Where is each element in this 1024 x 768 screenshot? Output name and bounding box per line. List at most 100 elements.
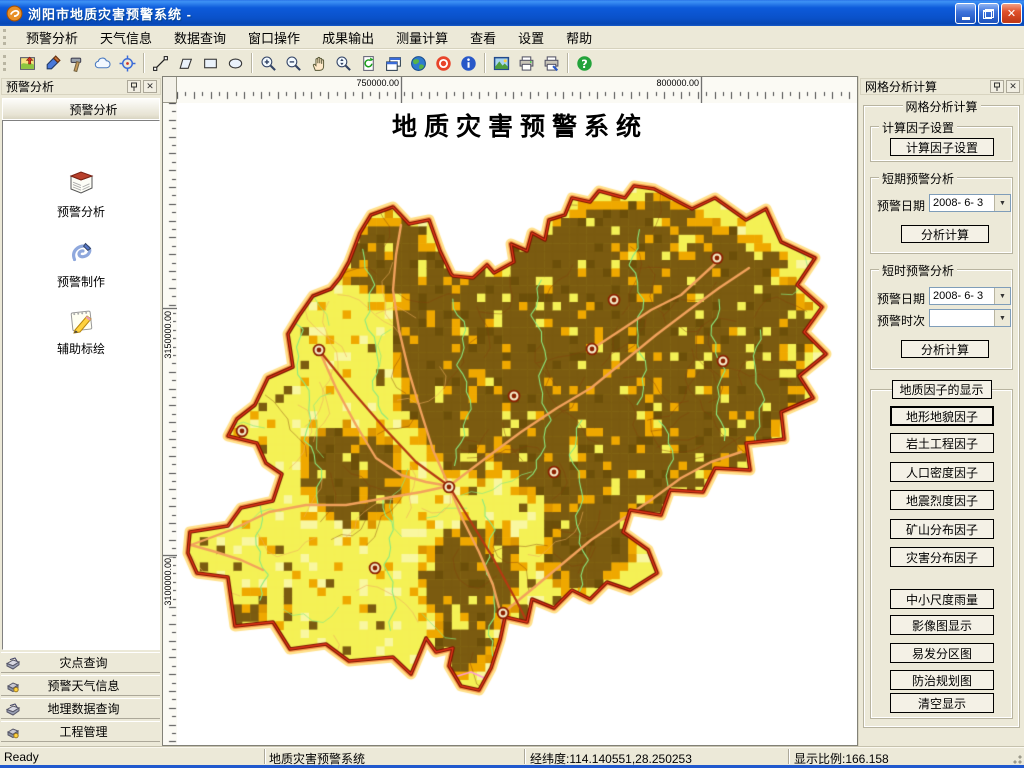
factor-button-1[interactable]: 岩土工程因子 [890, 433, 994, 453]
map-display-button[interactable] [15, 51, 40, 76]
line-draw-button[interactable] [148, 51, 173, 76]
extra-button-0[interactable]: 中小尺度雨量 [890, 589, 994, 609]
status-separator [264, 749, 266, 764]
left-panel-header-label: 预警分析 [28, 101, 159, 118]
menu-grip[interactable] [3, 29, 11, 45]
status-bar: Ready地质灾害预警系统经纬度:114.140551,28.250253显示比… [0, 746, 1024, 766]
grid-analysis-group-label: 网格分析计算 [902, 98, 980, 115]
rect-draw-icon [202, 55, 219, 72]
date-label: 预警日期 [877, 290, 925, 307]
rect-draw-button[interactable] [198, 51, 223, 76]
bottom-bar-label: 工程管理 [25, 723, 160, 740]
pan-hand-button[interactable] [306, 51, 331, 76]
menu-item-0[interactable]: 预警分析 [15, 26, 89, 49]
time-label: 预警时次 [877, 312, 925, 329]
content-area: 预警分析 ✕ 预警分析 预警分析预警制作辅助标绘 灾点查询预警天气信息地理数据查… [0, 76, 1024, 746]
factor-button-3[interactable]: 地震烈度因子 [890, 490, 994, 510]
pin-icon[interactable] [127, 80, 141, 93]
print-setup-button[interactable] [539, 51, 564, 76]
center-target-button[interactable] [115, 51, 140, 76]
close-icon: ✕ [1007, 7, 1016, 20]
chevron-down-icon[interactable]: ▼ [994, 310, 1010, 326]
print-button[interactable] [514, 51, 539, 76]
warning-date-combobox[interactable]: 2008- 6- 3 ▼ [929, 194, 1011, 212]
sidebar-item-0[interactable]: 预警分析 [3, 167, 159, 220]
globe-button[interactable] [406, 51, 431, 76]
sidebar-item-2[interactable]: 辅助标绘 [3, 304, 159, 357]
info-button[interactable] [456, 51, 481, 76]
bottom-bar-label: 地理数据查询 [25, 700, 160, 717]
print-icon [518, 55, 535, 72]
toolbar-grip[interactable] [3, 55, 11, 71]
factor-button-5[interactable]: 灾害分布因子 [890, 547, 994, 567]
chevron-down-icon[interactable]: ▼ [994, 288, 1010, 304]
bottom-bar-3[interactable]: 工程管理 [1, 721, 160, 742]
brush-button[interactable] [40, 51, 65, 76]
zoom-in-button[interactable] [256, 51, 281, 76]
menu-item-4[interactable]: 成果输出 [311, 26, 385, 49]
menu-item-8[interactable]: 帮助 [555, 26, 603, 49]
cascade-windows-button[interactable] [381, 51, 406, 76]
polygon-draw-button[interactable] [173, 51, 198, 76]
restore-icon [983, 9, 994, 19]
short-time-date-combobox[interactable]: 2008- 6- 3 ▼ [929, 287, 1011, 305]
sidebar-item-1[interactable]: 预警制作 [3, 237, 159, 290]
resize-grip[interactable] [1010, 752, 1023, 765]
factor-button-2[interactable]: 人口密度因子 [890, 462, 994, 482]
extra-button-2[interactable]: 易发分区图 [890, 643, 994, 663]
pin-icon[interactable] [990, 80, 1004, 93]
short-term-group: 短期预警分析 预警日期 2008- 6- 3 ▼ 分析计算 [870, 177, 1013, 254]
map-canvas[interactable] [177, 103, 857, 745]
svg-text:?: ? [581, 57, 587, 70]
minimize-button[interactable] [955, 3, 976, 24]
panel-close-icon[interactable]: ✕ [1006, 80, 1020, 93]
stop-button[interactable] [431, 51, 456, 76]
plotter-icon [8, 101, 28, 117]
short-term-analyze-button[interactable]: 分析计算 [901, 225, 989, 243]
title-bar: 浏阳市地质灾害预警系统 - ✕ [0, 0, 1024, 26]
app-logo-icon [6, 5, 23, 22]
line-draw-icon [152, 55, 169, 72]
bottom-bar-0[interactable]: 灾点查询 [1, 652, 160, 673]
calc-factor-group: 计算因子设置 计算因子设置 [870, 126, 1013, 162]
menu-item-7[interactable]: 设置 [507, 26, 555, 49]
factor-button-4[interactable]: 矿山分布因子 [890, 519, 994, 539]
zoom-out-button[interactable] [281, 51, 306, 76]
menu-item-3[interactable]: 窗口操作 [237, 26, 311, 49]
short-term-group-label: 短期预警分析 [879, 170, 957, 187]
extra-button-3[interactable]: 防治规划图 [890, 670, 994, 690]
close-button[interactable]: ✕ [1001, 3, 1022, 24]
toolbar-separator [567, 53, 569, 73]
menu-item-1[interactable]: 天气信息 [89, 26, 163, 49]
panel-close-icon[interactable]: ✕ [143, 80, 157, 93]
calc-factor-settings-button[interactable]: 计算因子设置 [890, 138, 994, 156]
extra-button-1[interactable]: 影像图显示 [890, 615, 994, 635]
warning-time-combobox[interactable]: ▼ [929, 309, 1011, 327]
chevron-down-icon[interactable]: ▼ [994, 195, 1010, 211]
warning-time-value [930, 310, 994, 326]
ellipse-draw-button[interactable] [223, 51, 248, 76]
short-time-analyze-button[interactable]: 分析计算 [901, 340, 989, 358]
grid-analysis-group: 网格分析计算 计算因子设置 计算因子设置 短期预警分析 预警日期 2008- 6… [863, 105, 1020, 728]
brush-icon [44, 55, 61, 72]
extra-button-4[interactable]: 清空显示 [890, 693, 994, 713]
factor-button-0[interactable]: 地形地貌因子 [890, 406, 994, 426]
help-button[interactable]: ? [572, 51, 597, 76]
toolbar-separator [484, 53, 486, 73]
stop-icon [435, 55, 452, 72]
map-image-button[interactable] [489, 51, 514, 76]
hammer-button[interactable] [65, 51, 90, 76]
bottom-bar-1[interactable]: 预警天气信息 [1, 675, 160, 696]
notepad-icon [65, 304, 97, 336]
zoom-extent-button[interactable] [331, 51, 356, 76]
bottom-bar-2[interactable]: 地理数据查询 [1, 698, 160, 719]
factor-group-label: 地质因子的显示 [891, 380, 991, 399]
sidebar-item-label: 预警制作 [3, 273, 159, 290]
cloud-button[interactable] [90, 51, 115, 76]
menu-item-2[interactable]: 数据查询 [163, 26, 237, 49]
menu-item-6[interactable]: 查看 [459, 26, 507, 49]
restore-button[interactable] [978, 3, 999, 24]
menu-item-5[interactable]: 测量计算 [385, 26, 459, 49]
refresh-page-button[interactable] [356, 51, 381, 76]
status-separator [788, 749, 790, 764]
